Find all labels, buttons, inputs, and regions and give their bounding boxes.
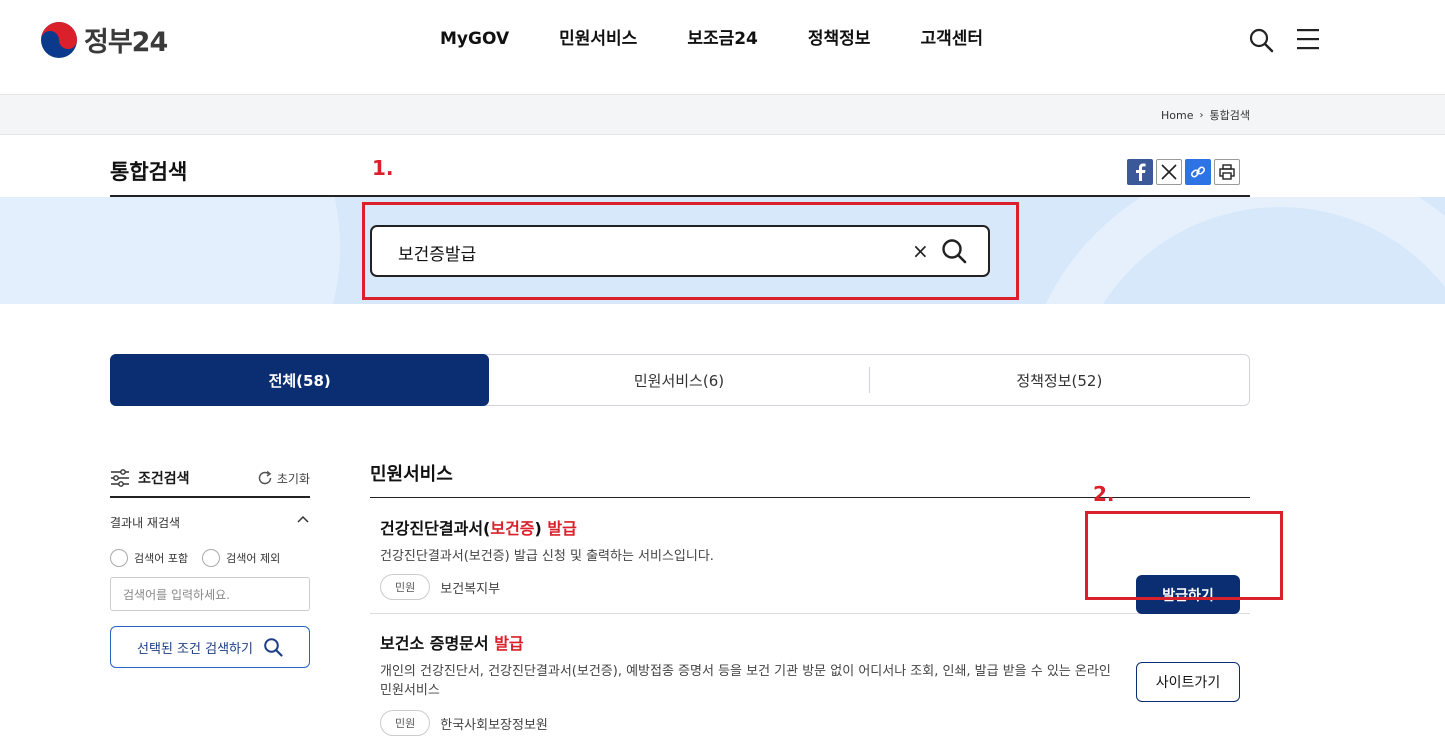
link-icon bbox=[1190, 166, 1206, 178]
agency-name: 보건복지부 bbox=[440, 581, 501, 597]
search-icon bbox=[264, 638, 283, 657]
radio-circle[interactable] bbox=[110, 549, 128, 567]
results-section: 민원서비스 건강진단결과서(보건증) 발급 건강진단결과서(보건증) 발급 신청… bbox=[370, 460, 1250, 754]
agency-name: 한국사회보장정보원 bbox=[440, 717, 548, 733]
refine-search-input[interactable]: 검색어를 입력하세요. bbox=[110, 577, 310, 611]
radio-include[interactable]: 검색어 포함 bbox=[110, 549, 188, 567]
result-title-highlight: 발급 bbox=[494, 634, 524, 653]
nav-subsidy24[interactable]: 보조금24 bbox=[687, 26, 758, 52]
result-description: 개인의 건강진단서, 건강진단결과서(보건증), 예방접종 증명서 등을 보건 … bbox=[380, 664, 1111, 698]
annotation-box-2 bbox=[1085, 511, 1283, 600]
print-icon bbox=[1219, 164, 1235, 180]
result-title-text: 보건소 증명문서 bbox=[380, 634, 495, 653]
filter-title-text: 조건검색 bbox=[138, 471, 190, 487]
visit-site-button[interactable]: 사이트가기 bbox=[1136, 662, 1240, 702]
breadcrumb-home[interactable]: Home bbox=[1161, 109, 1193, 122]
banner-decoration bbox=[0, 197, 340, 304]
logo-text: 정부24 bbox=[84, 27, 168, 58]
facebook-share-button[interactable] bbox=[1127, 159, 1153, 185]
breadcrumb-bar: Home › 통합검색 bbox=[0, 94, 1445, 135]
result-tabs: 전체(58) 민원서비스(6) 정책정보(52) bbox=[110, 354, 1250, 406]
breadcrumb-current: 통합검색 bbox=[1209, 109, 1250, 122]
filter-search-label: 선택된 조건 검색하기 bbox=[137, 641, 253, 657]
share-buttons bbox=[1127, 159, 1243, 185]
sliders-icon bbox=[111, 469, 129, 487]
result-title-text: ) bbox=[534, 519, 548, 538]
result-title-highlight: 보건증 bbox=[490, 519, 535, 538]
main-nav: MyGOV 민원서비스 보조금24 정책정보 고객센터 bbox=[440, 26, 1033, 52]
nav-civil-service[interactable]: 민원서비스 bbox=[559, 26, 637, 52]
breadcrumb: Home › 통합검색 bbox=[1161, 107, 1250, 123]
print-button[interactable] bbox=[1214, 159, 1240, 185]
result-description: 건강진단결과서(보건증) 발급 신청 및 출력하는 서비스입니다. bbox=[380, 549, 714, 564]
filter-header: 조건검색 초기화 bbox=[110, 460, 310, 498]
result-title-text: 건강진단결과서( bbox=[380, 519, 491, 538]
tab-all[interactable]: 전체(58) bbox=[110, 354, 490, 406]
banner-decoration bbox=[1020, 197, 1445, 304]
search-icon[interactable] bbox=[1248, 27, 1274, 53]
nav-mygov[interactable]: MyGOV bbox=[440, 26, 509, 52]
chevron-up-icon[interactable] bbox=[296, 514, 310, 524]
x-share-button[interactable] bbox=[1156, 159, 1182, 185]
tab-civil-service[interactable]: 민원서비스(6) bbox=[489, 355, 868, 405]
copy-link-button[interactable] bbox=[1185, 159, 1211, 185]
annotation-label-2: 2. bbox=[1093, 482, 1115, 506]
result-title[interactable]: 보건소 증명문서 발급 bbox=[380, 630, 1250, 654]
filter-search-button[interactable]: 선택된 조건 검색하기 bbox=[110, 626, 310, 668]
filter-title: 조건검색 bbox=[110, 468, 190, 488]
reset-label: 초기화 bbox=[276, 471, 310, 486]
facebook-icon bbox=[1136, 163, 1146, 181]
x-icon bbox=[1161, 164, 1177, 180]
refine-search-title: 결과내 재검색 bbox=[110, 516, 181, 530]
annotation-box-1 bbox=[362, 202, 1019, 300]
category-badge: 민원 bbox=[380, 574, 431, 600]
radio-exclude-label: 검색어 제외 bbox=[226, 552, 281, 565]
reset-button[interactable]: 초기화 bbox=[257, 470, 310, 487]
site-logo[interactable]: 정부24 bbox=[40, 20, 168, 59]
category-badge: 민원 bbox=[380, 710, 431, 736]
results-section-title: 민원서비스 bbox=[370, 460, 1250, 498]
radio-circle[interactable] bbox=[202, 549, 221, 567]
nav-customer-center[interactable]: 고객센터 bbox=[920, 26, 983, 52]
site-header: 정부24 MyGOV 민원서비스 보조금24 정책정보 고객센터 bbox=[0, 0, 1445, 94]
result-meta: 민원 한국사회보장정보원 bbox=[380, 710, 1250, 736]
annotation-label-1: 1. bbox=[372, 156, 394, 180]
chevron-right-icon: › bbox=[1199, 109, 1204, 121]
page-title: 통합검색 bbox=[110, 160, 188, 184]
refresh-icon bbox=[258, 470, 272, 485]
search-mode-radios: 검색어 포함 검색어 제외 bbox=[110, 549, 310, 567]
radio-include-label: 검색어 포함 bbox=[134, 552, 189, 565]
radio-exclude[interactable]: 검색어 제외 bbox=[202, 549, 280, 567]
hamburger-menu-icon[interactable] bbox=[1296, 28, 1320, 50]
filter-sidebar: 조건검색 초기화 결과내 재검색 검색어 포함 검색어 제외 검색어를 입력하세… bbox=[110, 460, 310, 668]
refine-search-header[interactable]: 결과내 재검색 bbox=[110, 514, 310, 531]
result-item: 보건소 증명문서 발급 개인의 건강진단서, 건강진단결과서(보건증), 예방접… bbox=[370, 614, 1250, 754]
result-title-highlight: 발급 bbox=[547, 519, 577, 538]
nav-policy-info[interactable]: 정책정보 bbox=[808, 26, 871, 52]
taegeuk-logo-icon bbox=[41, 21, 77, 58]
tab-policy-info[interactable]: 정책정보(52) bbox=[870, 355, 1249, 405]
